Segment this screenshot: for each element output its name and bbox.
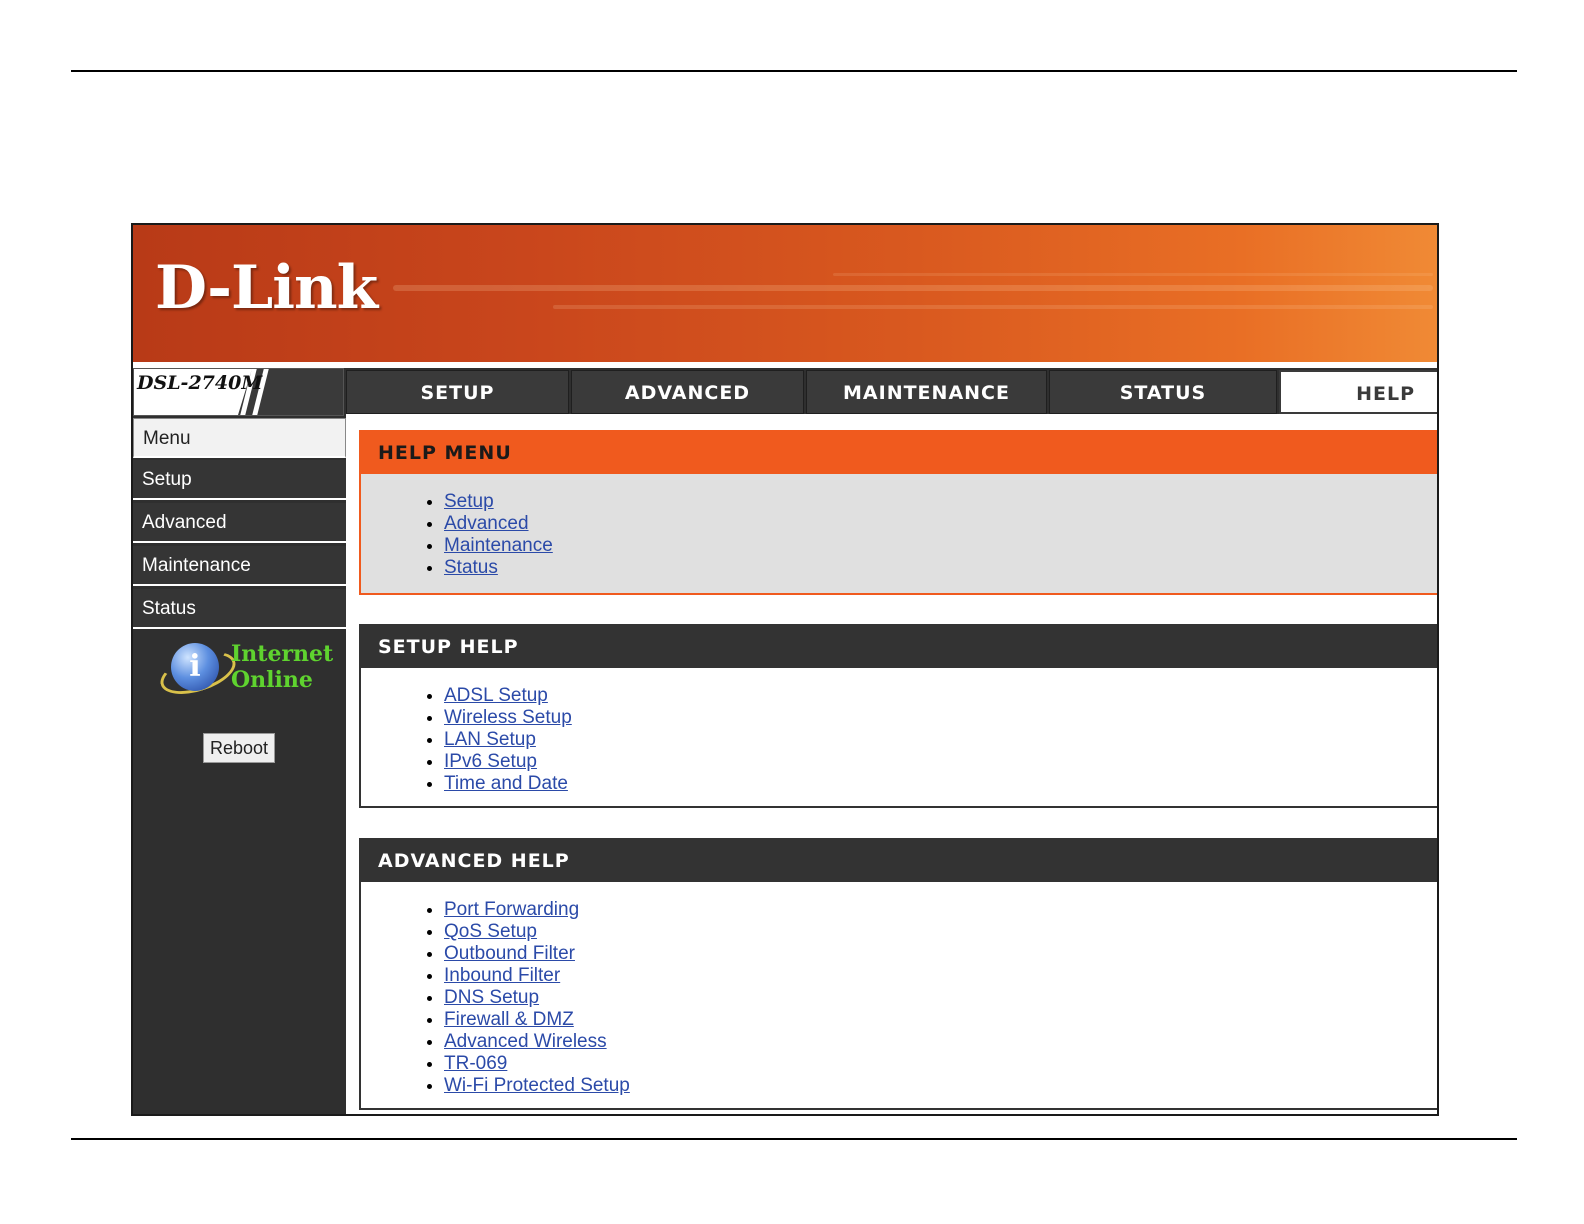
tab-status[interactable]: STATUS	[1049, 370, 1277, 414]
advanced-help-title: ADVANCED HELP	[361, 840, 1437, 882]
link-adsl-setup[interactable]: ADSL Setup	[444, 685, 548, 706]
setup-help-panel: SETUP HELP ADSL Setup Wireless Setup LAN…	[359, 624, 1437, 808]
help-menu-panel: HELP MENU Setup Advanced Maintenance Sta…	[359, 430, 1437, 595]
setup-help-title: SETUP HELP	[361, 626, 1437, 668]
model-badge: DSL-2740M	[133, 368, 344, 416]
link-wifi-protected-setup[interactable]: Wi-Fi Protected Setup	[444, 1075, 630, 1096]
list-item: LAN Setup	[444, 729, 1437, 751]
list-item: IPv6 Setup	[444, 751, 1437, 773]
list-item: Firewall & DMZ	[444, 1009, 1437, 1031]
list-item: Advanced	[444, 513, 1437, 535]
tab-maintenance[interactable]: MAINTENANCE	[806, 370, 1047, 414]
sidebar-item-status[interactable]: Status	[133, 589, 346, 629]
list-item: DNS Setup	[444, 987, 1437, 1009]
link-help-advanced[interactable]: Advanced	[444, 513, 529, 534]
link-qos-setup[interactable]: QoS Setup	[444, 921, 537, 942]
list-item: ADSL Setup	[444, 685, 1437, 707]
link-ipv6-setup[interactable]: IPv6 Setup	[444, 751, 537, 772]
tab-advanced[interactable]: ADVANCED	[571, 370, 804, 414]
list-item: Wi-Fi Protected Setup	[444, 1075, 1437, 1097]
model-name: DSL-2740M	[137, 372, 263, 394]
list-item: Status	[444, 557, 1437, 579]
sidebar-item-menu[interactable]: Menu	[133, 418, 346, 458]
advanced-help-body: Port Forwarding QoS Setup Outbound Filte…	[361, 882, 1437, 1097]
sidebar-item-maintenance[interactable]: Maintenance	[133, 546, 346, 586]
reboot-button[interactable]: Reboot	[203, 733, 275, 763]
link-lan-setup[interactable]: LAN Setup	[444, 729, 536, 750]
link-time-and-date[interactable]: Time and Date	[444, 773, 568, 794]
advanced-help-panel: ADVANCED HELP Port Forwarding QoS Setup …	[359, 838, 1437, 1110]
link-help-status[interactable]: Status	[444, 557, 498, 578]
list-item: Setup	[444, 491, 1437, 513]
tab-setup[interactable]: SETUP	[346, 370, 569, 414]
status-line-1: Internet	[231, 641, 334, 667]
list-item: Inbound Filter	[444, 965, 1437, 987]
link-outbound-filter[interactable]: Outbound Filter	[444, 943, 575, 964]
main-content: HELP MENU Setup Advanced Maintenance Sta…	[346, 418, 1437, 1114]
list-item: Time and Date	[444, 773, 1437, 795]
sidebar: Menu Setup Advanced Maintenance Status i…	[133, 418, 346, 1114]
help-menu-body: Setup Advanced Maintenance Status	[361, 474, 1437, 593]
internet-status-text: Internet Online	[231, 641, 333, 693]
list-item: Advanced Wireless	[444, 1031, 1437, 1053]
router-admin-window: D-Link DSL-2740M SETUP ADVANCED MAINTENA…	[131, 223, 1439, 1116]
page-top-rule	[71, 70, 1517, 72]
sidebar-item-advanced[interactable]: Advanced	[133, 503, 346, 543]
link-inbound-filter[interactable]: Inbound Filter	[444, 965, 560, 986]
tab-help[interactable]: HELP	[1279, 370, 1437, 414]
help-menu-list: Setup Advanced Maintenance Status	[361, 491, 1437, 579]
list-item: Port Forwarding	[444, 899, 1437, 921]
link-dns-setup[interactable]: DNS Setup	[444, 987, 539, 1008]
sidebar-item-setup[interactable]: Setup	[133, 460, 346, 500]
info-letter: i	[189, 649, 201, 684]
advanced-help-list: Port Forwarding QoS Setup Outbound Filte…	[361, 899, 1437, 1097]
link-wireless-setup[interactable]: Wireless Setup	[444, 707, 572, 728]
internet-status: i Internet Online	[133, 633, 346, 713]
setup-help-list: ADSL Setup Wireless Setup LAN Setup IPv6…	[361, 685, 1437, 795]
list-item: Outbound Filter	[444, 943, 1437, 965]
list-item: TR-069	[444, 1053, 1437, 1075]
globe-info-icon: i	[171, 643, 219, 691]
page-bottom-rule	[71, 1138, 1517, 1140]
setup-help-body: ADSL Setup Wireless Setup LAN Setup IPv6…	[361, 668, 1437, 795]
link-help-maintenance[interactable]: Maintenance	[444, 535, 553, 556]
link-tr-069[interactable]: TR-069	[444, 1053, 507, 1074]
status-line-2: Online	[231, 667, 313, 693]
link-port-forwarding[interactable]: Port Forwarding	[444, 899, 579, 920]
link-help-setup[interactable]: Setup	[444, 491, 494, 512]
link-firewall-dmz[interactable]: Firewall & DMZ	[444, 1009, 574, 1030]
brand-banner: D-Link	[133, 225, 1437, 362]
link-advanced-wireless[interactable]: Advanced Wireless	[444, 1031, 607, 1052]
list-item: QoS Setup	[444, 921, 1437, 943]
dlink-logo: D-Link	[155, 253, 378, 323]
list-item: Maintenance	[444, 535, 1437, 557]
help-menu-title: HELP MENU	[361, 432, 1437, 474]
list-item: Wireless Setup	[444, 707, 1437, 729]
